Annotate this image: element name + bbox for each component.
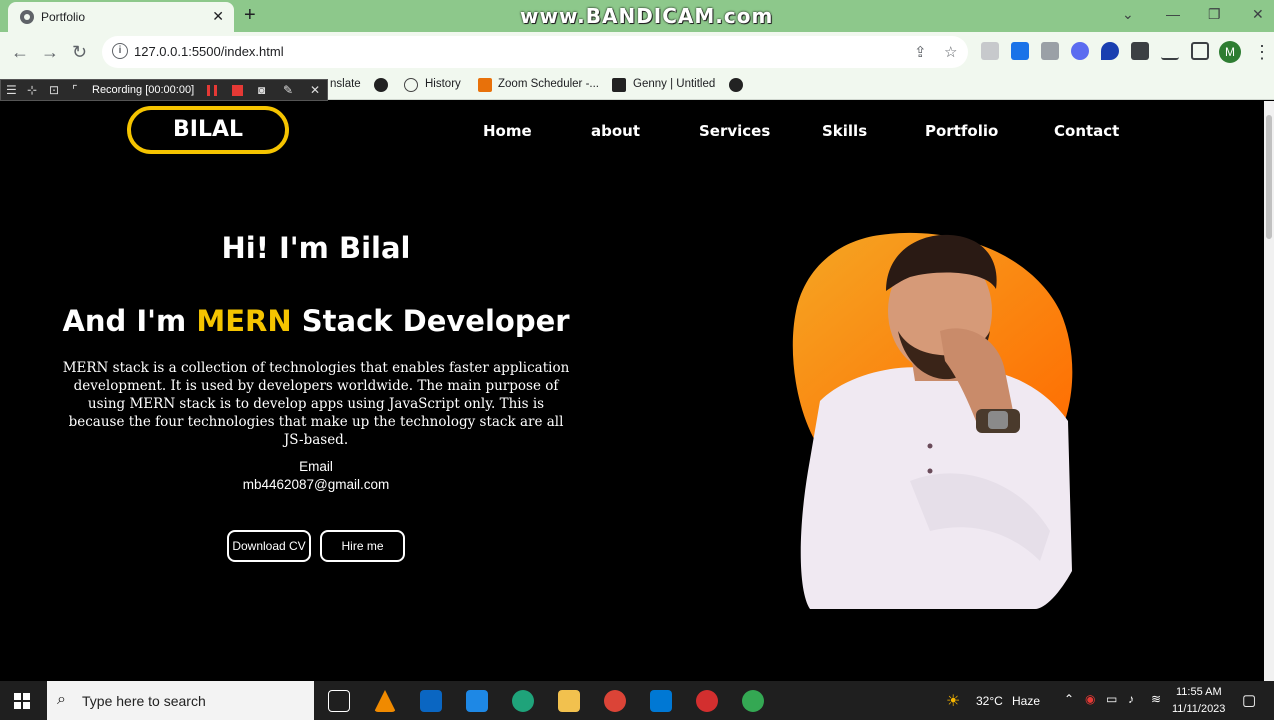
nav-skills[interactable]: Skills <box>822 122 867 140</box>
chrome-profile-icon[interactable] <box>742 690 764 712</box>
windows-start-icon[interactable] <box>14 693 30 709</box>
search-icon: ⌕ <box>57 691 66 708</box>
recording-toolbar: ☰ ⊹ ⊡ ⌜ Recording [00:00:00] ◙ ✎ ✕ <box>0 79 328 101</box>
record-icon[interactable] <box>696 690 718 712</box>
zoom-icon <box>478 78 492 92</box>
location-icon[interactable] <box>1101 42 1119 60</box>
menu-dots-icon[interactable]: ⋮ <box>1253 42 1271 63</box>
tab-strip: Portfolio ✕ + www.BANDICAM.com ⌄ — ❐ ✕ <box>0 0 1274 32</box>
stop-icon[interactable] <box>232 85 243 96</box>
hero-role: And I'm MERN Stack Developer <box>0 304 632 338</box>
resize-icon[interactable]: ⊹ <box>27 83 37 97</box>
bookmark-item[interactable]: History <box>425 78 461 90</box>
genny-icon <box>612 78 626 92</box>
edge-icon[interactable] <box>512 690 534 712</box>
page-viewport: BILAL Home about Services Skills Portfol… <box>0 101 1264 681</box>
weather-temp[interactable]: 32°C <box>976 694 1003 708</box>
hero-greeting: Hi! I'm Bilal <box>221 231 411 265</box>
wifi-icon[interactable]: ≋ <box>1151 692 1161 706</box>
nav-contact[interactable]: Contact <box>1054 122 1119 140</box>
vlc-icon[interactable] <box>374 690 396 712</box>
hero-description: MERN stack is a collection of technologi… <box>62 360 570 448</box>
shirt-button <box>927 443 933 449</box>
email-label: Email <box>299 459 333 474</box>
history-icon <box>404 78 418 92</box>
nav-about[interactable]: about <box>591 122 640 140</box>
taskbar-search[interactable]: ⌕ Type here to search <box>47 681 314 720</box>
download-icon[interactable] <box>1161 42 1179 60</box>
email-value[interactable]: mb4462087@gmail.com <box>0 477 632 492</box>
new-tab-button[interactable]: + <box>244 4 256 26</box>
reload-icon[interactable]: ↻ <box>72 42 87 63</box>
globe-icon <box>20 10 34 24</box>
globe-icon[interactable] <box>729 78 743 92</box>
url-text[interactable]: 127.0.0.1:5500/index.html <box>134 44 284 59</box>
watermark: www.BANDICAM.com <box>520 4 774 28</box>
shirt-button <box>927 468 933 474</box>
vscode-icon[interactable] <box>650 690 672 712</box>
site-logo[interactable]: BILAL <box>127 106 289 154</box>
file-explorer-icon[interactable] <box>558 690 580 712</box>
windows-taskbar: ⌕ Type here to search ☀ 32°C Haze ⌃ ◉ ▭ … <box>0 681 1274 720</box>
info-icon[interactable]: i <box>112 43 128 59</box>
record-tray-icon[interactable]: ◉ <box>1085 692 1095 706</box>
role-highlight: MERN <box>196 304 292 338</box>
tab-close-button[interactable]: ✕ <box>212 8 224 25</box>
tab-title: Portfolio <box>41 10 86 24</box>
download-cv-button[interactable]: Download CV <box>227 530 311 562</box>
chrome-icon[interactable] <box>604 690 626 712</box>
clock-time[interactable]: 11:55 AM <box>1176 686 1222 698</box>
window-close-button[interactable]: ✕ <box>1252 6 1264 23</box>
share-icon[interactable]: ⇪ <box>914 43 927 61</box>
profile-avatar[interactable]: M <box>1219 41 1241 63</box>
recording-status: Recording [00:00:00] <box>92 84 195 96</box>
address-bar[interactable]: i 127.0.0.1:5500/index.html ⇪ ☆ <box>102 36 968 68</box>
restore-button[interactable]: ❐ <box>1208 6 1221 23</box>
globe-icon[interactable] <box>374 78 388 92</box>
role-prefix: And I'm <box>62 304 197 338</box>
minimize-button[interactable]: — <box>1166 6 1180 22</box>
bookmark-item[interactable]: Genny | Untitled <box>633 78 715 90</box>
hero-portrait <box>792 232 1073 609</box>
mail-icon[interactable] <box>466 690 488 712</box>
chevron-up-icon[interactable]: ⌃ <box>1064 692 1074 706</box>
nav-services[interactable]: Services <box>699 122 770 140</box>
chevron-down-icon[interactable]: ⌄ <box>1122 6 1134 23</box>
extension-icon[interactable] <box>981 42 999 60</box>
search-placeholder[interactable]: Type here to search <box>82 693 206 709</box>
task-view-icon[interactable] <box>328 690 350 712</box>
forward-arrow-icon[interactable]: → <box>41 42 59 63</box>
menu-icon[interactable]: ☰ <box>6 83 17 97</box>
weather-icon: ☀ <box>946 693 961 710</box>
role-suffix: Stack Developer <box>291 304 570 338</box>
browser-tab[interactable]: Portfolio ✕ <box>8 2 234 32</box>
nav-home[interactable]: Home <box>483 122 532 140</box>
screenshot-icon[interactable] <box>1041 42 1059 60</box>
select-icon[interactable]: ⌜ <box>72 83 78 97</box>
battery-icon[interactable]: ▭ <box>1106 692 1117 706</box>
watch-face <box>988 411 1008 429</box>
nav-portfolio[interactable]: Portfolio <box>925 122 998 140</box>
back-arrow-icon[interactable]: ← <box>11 42 29 63</box>
side-panel-icon[interactable] <box>1191 42 1209 60</box>
star-icon[interactable]: ☆ <box>944 43 957 61</box>
pencil-icon[interactable]: ✎ <box>283 83 293 97</box>
clock-date[interactable]: 11/11/2023 <box>1172 703 1225 715</box>
bookmark-item[interactable]: Zoom Scheduler -... <box>498 78 599 90</box>
store-icon[interactable] <box>420 690 442 712</box>
weather-desc[interactable]: Haze <box>1012 694 1040 708</box>
scrollbar-thumb[interactable] <box>1266 115 1272 239</box>
bookmark-item[interactable]: nslate <box>330 78 361 90</box>
notification-icon[interactable]: ▢ <box>1242 691 1256 709</box>
speaker-icon[interactable]: ♪ <box>1128 692 1134 706</box>
camera-icon[interactable]: ◙ <box>258 83 265 97</box>
pause-icon[interactable] <box>207 85 217 96</box>
apps-grid-icon[interactable] <box>1011 42 1029 60</box>
region-icon[interactable]: ⊡ <box>49 83 59 97</box>
page-scrollbar[interactable] <box>1264 101 1274 681</box>
puzzle-icon[interactable] <box>1131 42 1149 60</box>
gear-extension-icon[interactable] <box>1071 42 1089 60</box>
hire-me-button[interactable]: Hire me <box>320 530 405 562</box>
close-icon[interactable]: ✕ <box>310 83 320 97</box>
